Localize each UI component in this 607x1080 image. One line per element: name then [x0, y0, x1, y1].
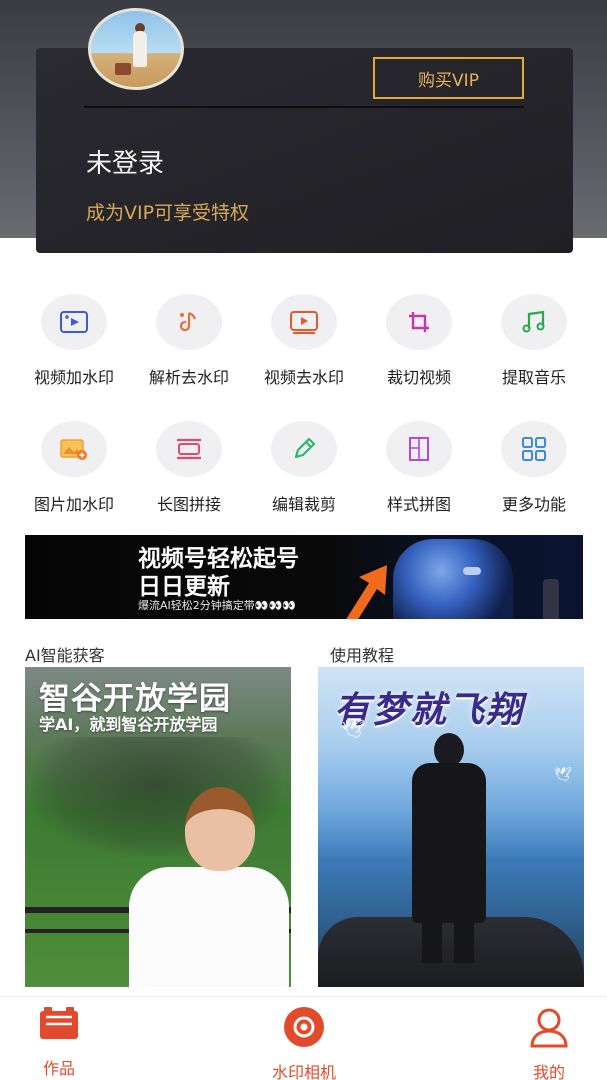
- nav-label: 作品: [42, 1059, 75, 1078]
- tutorial-poster[interactable]: 有梦就飞翔 🕊 🕊: [318, 667, 584, 987]
- ai-customers-poster[interactable]: 智谷开放学园 学AI，就到智谷开放学园: [25, 667, 291, 987]
- avatar[interactable]: [88, 8, 184, 90]
- avatar-figure-body: [133, 31, 147, 67]
- section-title-tutorial: 使用教程: [330, 646, 395, 665]
- feature-label: 长图拼接: [156, 495, 221, 514]
- poster-subtitle: 学AI，就到智谷开放学园: [39, 715, 218, 734]
- profile-icon: [530, 1008, 568, 1048]
- bottle-image: [543, 579, 559, 619]
- long-image-stitch-icon: [156, 421, 222, 477]
- more-functions-icon: [501, 421, 567, 477]
- woman-figure: [129, 867, 289, 987]
- seagull-icon: 🕊: [554, 767, 572, 783]
- feature-edit-crop[interactable]: 编辑裁剪: [244, 421, 364, 515]
- feature-long-image-stitch[interactable]: 长图拼接: [129, 421, 249, 515]
- feature-label: 解析去水印: [148, 368, 229, 387]
- extract-music-icon: [501, 294, 567, 350]
- feature-label: 图片加水印: [33, 495, 114, 514]
- woman-face: [185, 787, 255, 871]
- crop-video-icon: [386, 294, 452, 350]
- image-add-watermark-icon: [41, 421, 107, 477]
- feature-label: 编辑裁剪: [271, 495, 336, 514]
- seagull-icon: 🕊: [342, 719, 365, 740]
- promo-banner[interactable]: 视频号轻松起号 日日更新 爆流AI轻松2分钟搞定带👀👀👀: [25, 535, 583, 619]
- feature-style-collage[interactable]: 样式拼图: [359, 421, 479, 515]
- feature-parse-remove-watermark[interactable]: 解析去水印: [129, 294, 249, 388]
- nav-profile[interactable]: 我的: [494, 1005, 604, 1080]
- bottom-nav: 作品 水印相机 我的: [0, 996, 607, 1080]
- banner-title-line2: 日日更新: [138, 574, 230, 600]
- feature-video-add-watermark[interactable]: 视频加水印: [14, 294, 134, 388]
- edit-crop-icon: [271, 421, 337, 477]
- nav-watermark-camera[interactable]: 水印相机: [249, 1005, 359, 1080]
- feature-label: 提取音乐: [501, 368, 566, 387]
- vip-privilege-tip: 成为VIP可享受特权: [86, 202, 250, 224]
- feature-video-remove-watermark[interactable]: 视频去水印: [244, 294, 364, 388]
- card-divider: [84, 106, 524, 108]
- nav-label: 我的: [532, 1063, 565, 1080]
- feature-image-add-watermark[interactable]: 图片加水印: [14, 421, 134, 515]
- feature-crop-video[interactable]: 裁切视频: [359, 294, 479, 388]
- video-remove-watermark-icon: [271, 294, 337, 350]
- feature-more-functions[interactable]: 更多功能: [474, 421, 594, 515]
- parse-remove-watermark-icon: [156, 294, 222, 350]
- man-silhouette: [404, 733, 494, 963]
- buy-vip-button[interactable]: 购买VIP: [373, 57, 524, 99]
- feature-label: 样式拼图: [386, 495, 451, 514]
- watermark-camera-icon: [284, 1007, 324, 1047]
- nav-works[interactable]: 作品: [4, 1005, 114, 1079]
- video-add-watermark-icon: [41, 294, 107, 350]
- style-collage-icon: [386, 421, 452, 477]
- banner-caption: 爆流AI轻松2分钟搞定带👀👀👀: [138, 599, 296, 612]
- arrow-up-icon: [346, 565, 387, 619]
- feature-extract-music[interactable]: 提取音乐: [474, 294, 594, 388]
- feature-label: 更多功能: [501, 495, 566, 514]
- login-status[interactable]: 未登录: [86, 143, 164, 180]
- robot-head-image: [393, 539, 513, 619]
- section-title-ai-customers: AI智能获客: [25, 646, 105, 665]
- feature-label: 裁切视频: [386, 368, 451, 387]
- feature-label: 视频去水印: [263, 368, 344, 387]
- feature-label: 视频加水印: [33, 368, 114, 387]
- avatar-suitcase: [115, 63, 131, 75]
- works-icon: [40, 1007, 78, 1039]
- nav-label: 水印相机: [271, 1063, 336, 1080]
